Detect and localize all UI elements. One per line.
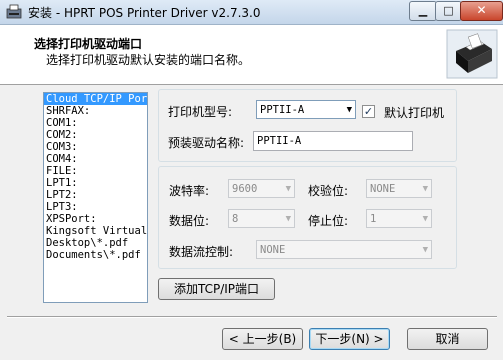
driver-name-label: 预装驱动名称: [168, 136, 245, 150]
maximize-button[interactable]: □ [435, 1, 462, 21]
wizard-header: 选择打印机驱动端口 选择打印机驱动默认安装的端口名称。 [0, 25, 503, 85]
data-bits-select[interactable]: 8 ▼ [228, 209, 295, 228]
port-list-item[interactable]: Kingsoft Virtual [44, 225, 147, 237]
port-list-item[interactable]: COM4: [44, 153, 147, 165]
printer-icon [446, 29, 498, 79]
printer-model-label: 打印机型号: [168, 105, 233, 119]
flow-control-value: NONE [260, 244, 286, 256]
stop-bits-label: 停止位: [308, 214, 349, 228]
default-printer-label: 默认打印机 [384, 106, 445, 120]
baud-rate-label: 波特率: [169, 184, 210, 198]
port-list-item[interactable]: Documents\*.pdf [44, 249, 147, 261]
flow-control-select[interactable]: NONE ▼ [256, 240, 432, 259]
chevron-down-icon: ▼ [422, 245, 428, 255]
baud-rate-select[interactable]: 9600 ▼ [228, 179, 295, 198]
driver-name-input[interactable]: PPTII-A [253, 131, 413, 151]
port-list-item[interactable]: XPSPort: [44, 213, 147, 225]
parity-label: 校验位: [308, 184, 349, 198]
chevron-down-icon: ▼ [422, 184, 428, 194]
port-list[interactable]: Cloud TCP/IP Por SHRFAX: COM1: COM2: COM3: CO… [43, 92, 148, 303]
port-list-item[interactable]: LPT3: [44, 201, 147, 213]
port-list-item[interactable]: COM3: [44, 141, 147, 153]
port-list-item[interactable]: Desktop\*.pdf [44, 237, 147, 249]
back-button[interactable]: < 上一步(B) [222, 328, 303, 350]
port-list-item[interactable]: FILE: [44, 165, 147, 177]
baud-rate-value: 9600 [232, 183, 258, 195]
data-bits-label: 数据位: [169, 214, 210, 228]
add-tcp-ip-port-button[interactable]: 添加TCP/IP端口 [158, 278, 275, 300]
port-list-item[interactable]: COM1: [44, 117, 147, 129]
port-list-item[interactable]: LPT2: [44, 189, 147, 201]
installer-app-icon [6, 4, 22, 19]
chevron-down-icon: ▼ [422, 214, 428, 224]
port-list-item[interactable]: LPT1: [44, 177, 147, 189]
printer-model-select[interactable]: PPTII-A ▼ [256, 100, 356, 119]
close-button[interactable]: ✕ [460, 1, 503, 21]
chevron-down-icon: ▼ [285, 214, 291, 224]
default-printer-checkbox[interactable]: ✓ [362, 105, 375, 118]
title-bar: 安装 - HPRT POS Printer Driver v2.7.3.0 ▁ … [0, 0, 503, 25]
port-list-item[interactable]: Cloud TCP/IP Por [44, 93, 147, 105]
data-bits-value: 8 [232, 213, 239, 225]
stop-bits-select[interactable]: 1 ▼ [366, 209, 432, 228]
parity-select[interactable]: NONE ▼ [366, 179, 432, 198]
window-title: 安装 - HPRT POS Printer Driver v2.7.3.0 [28, 6, 261, 20]
chevron-down-icon: ▼ [285, 184, 291, 194]
stop-bits-value: 1 [370, 213, 377, 225]
chevron-down-icon: ▼ [346, 105, 352, 115]
printer-model-value: PPTII-A [260, 104, 305, 116]
port-list-item[interactable]: SHRFAX: [44, 105, 147, 117]
footer-divider-highlight [7, 317, 497, 318]
page-title: 选择打印机驱动端口 [34, 37, 143, 51]
minimize-button[interactable]: ▁ [409, 1, 437, 21]
cancel-button[interactable]: 取消 [407, 328, 488, 350]
port-list-item[interactable]: COM2: [44, 129, 147, 141]
parity-value: NONE [370, 183, 396, 195]
flow-control-label: 数据流控制: [169, 245, 234, 259]
page-subtitle: 选择打印机驱动默认安装的端口名称。 [46, 53, 251, 67]
next-button[interactable]: 下一步(N) > [309, 328, 390, 350]
